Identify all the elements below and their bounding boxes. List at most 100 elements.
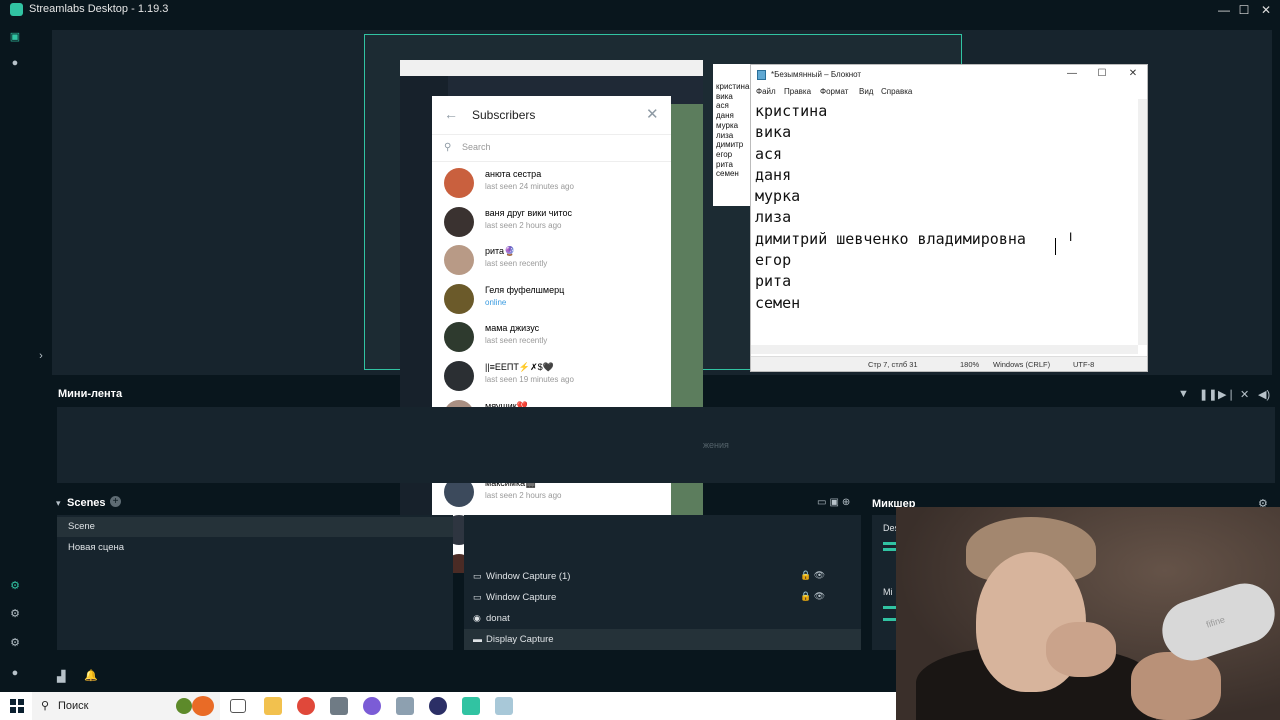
- minimize-icon[interactable]: —: [1216, 2, 1232, 18]
- maximize-icon[interactable]: ☐: [1236, 2, 1252, 18]
- menu-format[interactable]: Формат: [820, 87, 848, 96]
- audio-meter: [883, 548, 897, 551]
- app-title: Streamlabs Desktop - 1.19.3: [29, 3, 169, 15]
- text-line: кристина: [755, 102, 828, 120]
- notepad-icon[interactable]: [495, 697, 513, 715]
- studio-mode-icon[interactable]: ⚙: [9, 580, 21, 592]
- mute-alerts-icon[interactable]: ✕: [1240, 388, 1249, 401]
- source-label: donat: [486, 613, 510, 624]
- webcam-person-arm: [1131, 652, 1221, 720]
- vertical-scrollbar[interactable]: [1138, 99, 1147, 345]
- subscribers-title: Subscribers: [472, 108, 536, 122]
- taskbar-search-label: Поиск: [58, 700, 89, 712]
- menu-help[interactable]: Справка: [881, 87, 912, 96]
- audio-meter: [883, 606, 897, 609]
- windows-start-icon[interactable]: [10, 699, 24, 713]
- scene-label: Scene: [68, 521, 95, 532]
- source-item[interactable]: ▭ Window Capture (1) 🔒 👁: [464, 566, 861, 587]
- scene-item[interactable]: Scene: [57, 517, 453, 537]
- subscriber-name: мама джизус: [485, 323, 540, 334]
- menu-edit[interactable]: Правка: [784, 87, 811, 96]
- subscriber-status: last seen 2 hours ago: [485, 490, 562, 500]
- streamlabs-icon[interactable]: [462, 697, 480, 715]
- add-source-icon[interactable]: ⊕: [842, 497, 853, 508]
- minifeed-header: Мини-лента: [52, 383, 1280, 405]
- subscribers-search[interactable]: ⚲ Search: [432, 134, 671, 162]
- subscriber-name: Геля фуфелшмерц: [485, 284, 565, 295]
- subscriber-name: анюта сестра: [485, 169, 542, 179]
- notepad-title: *Безымянный – Блокнот: [771, 70, 862, 79]
- subscriber-row[interactable]: Геля фуфелшмерц online: [432, 280, 671, 319]
- subscriber-status: last seen recently: [485, 336, 548, 346]
- lock-visibility-icon[interactable]: 🔒 👁: [800, 591, 825, 602]
- text-line: димитрий шевченко владимировна: [755, 229, 1026, 248]
- performance-icon[interactable]: ▟: [57, 670, 65, 683]
- window-icon: ▭: [473, 571, 482, 581]
- text-line: даня: [755, 165, 792, 184]
- subscriber-row[interactable]: рита🔮 last seen recently: [432, 241, 671, 280]
- scene-item[interactable]: Новая сцена: [57, 538, 453, 558]
- subscriber-status: last seen 2 hours ago: [485, 220, 562, 230]
- notepad-text-area[interactable]: кристина вика ася даня мурка лиза димитр…: [755, 101, 1135, 314]
- subscriber-status: last seen 24 minutes ago: [485, 182, 574, 191]
- maximize-icon[interactable]: ☐: [1095, 68, 1109, 79]
- mini-line: лиза: [716, 130, 734, 140]
- mini-line: рита: [716, 159, 733, 169]
- telegram-chat-background: [670, 104, 703, 572]
- subscriber-name: ||≡ЕЕПТ⚡✗$🖤: [485, 362, 554, 372]
- collapse-chevron-icon[interactable]: ▾: [56, 498, 61, 509]
- file-explorer-icon[interactable]: [264, 697, 282, 715]
- source-item[interactable]: ▬ Display Capture: [464, 629, 861, 650]
- close-icon[interactable]: ✕: [1258, 2, 1274, 18]
- chrome-icon[interactable]: [297, 697, 315, 715]
- notepad-window: *Безымянный – Блокнот — ☐ ✕ Файл Правка …: [750, 64, 1148, 372]
- close-icon[interactable]: ✕: [646, 105, 659, 123]
- subscriber-row[interactable]: мама джизус last seen recently: [432, 318, 671, 357]
- lock-visibility-icon[interactable]: 🔒 👁: [800, 570, 825, 581]
- menu-file[interactable]: Файл: [756, 87, 776, 96]
- add-scene-icon[interactable]: +: [110, 496, 121, 507]
- discord-icon[interactable]: [363, 697, 381, 715]
- source-item[interactable]: ▭ Window Capture 🔒 👁: [464, 587, 861, 608]
- subscriber-row[interactable]: анюта сестра last seen 24 minutes ago: [432, 164, 671, 203]
- record-icon[interactable]: ●: [9, 57, 21, 69]
- taskbar-search[interactable]: ⚲ Поиск: [32, 692, 220, 720]
- scene-icon[interactable]: ▣: [829, 497, 841, 508]
- volume-icon[interactable]: ◀): [1258, 388, 1270, 401]
- minifeed-title: Мини-лента: [58, 388, 123, 400]
- settings-gear-icon[interactable]: ⚙: [9, 637, 21, 649]
- zoom-level: 180%: [960, 360, 980, 369]
- notepad-app-icon: [757, 70, 766, 80]
- subscriber-row[interactable]: ваня друг вики читос last seen 2 hours ag…: [432, 203, 671, 242]
- mini-line: семен: [716, 169, 739, 179]
- minifeed-faint-text: жения: [703, 440, 729, 450]
- source-label: Window Capture (1): [486, 571, 571, 582]
- app-icon[interactable]: [429, 697, 447, 715]
- pause-icon[interactable]: ❚❚: [1199, 388, 1217, 401]
- menu-view[interactable]: Вид: [859, 87, 873, 96]
- app-icon[interactable]: [330, 697, 348, 715]
- tools-icon[interactable]: ⚙: [9, 608, 21, 620]
- scenes-header: ▾ Scenes +: [52, 494, 452, 512]
- close-icon[interactable]: ✕: [1126, 68, 1140, 79]
- back-arrow-icon[interactable]: ←: [444, 106, 458, 122]
- horizontal-scrollbar[interactable]: [751, 345, 1138, 354]
- search-input[interactable]: Search: [462, 142, 491, 152]
- skip-icon[interactable]: ▶❘: [1218, 388, 1236, 401]
- app-icon[interactable]: [396, 697, 414, 715]
- minimize-icon[interactable]: —: [1065, 68, 1079, 79]
- sources-list: ▭ Window Capture (1) 🔒 👁 ▭ Window Captur…: [464, 515, 861, 650]
- editor-icon[interactable]: ▣: [9, 31, 21, 43]
- notepad-statusbar: Стр 7, стлб 31 180% Windows (CRLF) UTF-8: [751, 356, 1147, 371]
- source-item[interactable]: ◉ donat: [464, 608, 861, 629]
- avatar: [444, 322, 474, 353]
- task-view-icon[interactable]: [230, 699, 246, 713]
- filter-icon[interactable]: ▼: [1178, 388, 1189, 400]
- expand-chevron-icon[interactable]: ›: [35, 350, 47, 362]
- mini-line: егор: [716, 149, 733, 159]
- user-icon[interactable]: ●: [9, 667, 21, 679]
- notifications-bell-icon[interactable]: 🔔: [84, 669, 98, 682]
- avatar: [444, 206, 474, 237]
- folder-icon[interactable]: ▭: [817, 497, 829, 508]
- telegram-window-titlebar: [400, 60, 703, 76]
